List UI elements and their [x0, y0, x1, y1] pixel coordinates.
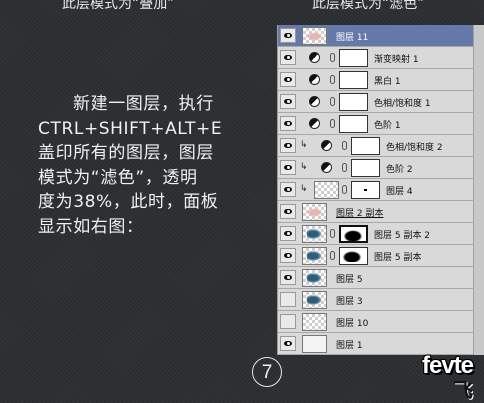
layer-thumbnail	[302, 335, 327, 353]
layer-thumbnail	[302, 269, 327, 287]
description-line: 显示如右图：	[38, 216, 144, 237]
visibility-eye-icon[interactable]	[280, 138, 296, 153]
layer-name: 渐变映射 1	[374, 55, 419, 65]
layer-thumbnail	[302, 225, 327, 243]
link-chain-icon	[330, 229, 335, 238]
visibility-eye-icon[interactable]	[280, 50, 296, 65]
layer-row[interactable]: 图层 3	[278, 289, 474, 311]
layer-name: 图层 11	[336, 33, 369, 43]
layer-name: 图层 5 副本	[374, 253, 422, 263]
link-chain-icon	[330, 97, 335, 106]
visibility-eye-icon[interactable]	[280, 72, 296, 87]
layer-name: 色阶 1	[374, 121, 401, 131]
clipping-arrow-icon: ↳	[300, 140, 308, 150]
link-chain-icon	[342, 163, 347, 172]
visibility-eye-icon[interactable]	[280, 160, 296, 175]
description-line: 度为38%，此时，面板	[38, 192, 219, 212]
clipping-arrow-icon: ↳	[300, 184, 308, 194]
layer-row[interactable]: 图层 5	[278, 267, 474, 289]
adjustment-layer-icon	[309, 118, 320, 129]
layer-name: 图层 5	[336, 275, 363, 285]
site-logo-sub: 飞	[453, 378, 473, 402]
layer-row[interactable]: 色相/饱和度 1	[278, 91, 474, 113]
visibility-eye-icon[interactable]	[280, 204, 296, 219]
layer-thumbnail	[314, 181, 339, 199]
layer-row[interactable]: 图层 11	[278, 25, 474, 47]
description-line: 模式为“滤色”，透明	[38, 167, 198, 188]
visibility-eye-icon[interactable]	[280, 314, 296, 329]
visibility-eye-icon[interactable]	[280, 336, 296, 351]
layer-mask-thumbnail	[351, 137, 380, 155]
link-chain-icon	[342, 185, 347, 194]
layer-mask-thumbnail	[339, 225, 368, 243]
layer-mask-thumbnail	[351, 159, 380, 177]
layer-row[interactable]: 图层 5 副本	[278, 245, 474, 267]
layer-name: 色相/饱和度 2	[386, 143, 443, 153]
layer-row[interactable]: ↳ 色阶 2	[278, 157, 474, 179]
description-text: 新建一图层，执行 CTRL+SHIFT+ALT+E 盖印所有的图层，图层 模式为…	[38, 92, 274, 239]
layer-row[interactable]: ↳ 色相/饱和度 2	[278, 135, 474, 157]
layer-row[interactable]: 图层 5 副本 2	[278, 223, 474, 245]
layer-mask-thumbnail	[339, 115, 368, 133]
adjustment-layer-icon	[309, 96, 320, 107]
layer-thumbnail	[302, 27, 327, 45]
layer-row[interactable]: 黑白 1	[278, 69, 474, 91]
link-chain-icon	[330, 251, 335, 260]
layer-row[interactable]: 渐变映射 1	[278, 47, 474, 69]
layer-row[interactable]: 图层 10	[278, 311, 474, 333]
layer-row[interactable]: 图层 2 副本	[278, 201, 474, 223]
visibility-eye-icon[interactable]	[280, 270, 296, 285]
layer-name: 图层 3	[336, 297, 363, 307]
link-chain-icon	[330, 53, 335, 62]
adjustment-layer-icon	[309, 52, 320, 63]
page-number-badge: 7	[252, 357, 282, 387]
visibility-eye-icon[interactable]	[280, 94, 296, 109]
layer-name: 色阶 2	[386, 165, 413, 175]
layer-thumbnail	[302, 291, 327, 309]
layer-mask-thumbnail	[339, 93, 368, 111]
layer-mask-thumbnail	[339, 71, 368, 89]
layer-name: 色相/饱和度 1	[374, 99, 431, 109]
description-line: 新建一图层，执行	[73, 94, 214, 114]
layers-panel: 图层 11 渐变映射 1 黑白 1 色相/饱和度 1 色阶 1 ↳ 色相/饱和度…	[277, 25, 474, 355]
layer-mask-thumbnail	[339, 247, 368, 265]
top-caption-left: 此层模式为“叠加”	[62, 0, 175, 12]
layer-name: 图层 2 副本	[336, 209, 384, 219]
layer-thumbnail	[302, 247, 327, 265]
panel-scrollbar[interactable]	[473, 25, 484, 355]
layer-mask-thumbnail	[339, 49, 368, 67]
visibility-eye-icon[interactable]	[280, 28, 296, 43]
layer-name: 图层 4	[386, 187, 413, 197]
adjustment-layer-icon	[321, 162, 332, 173]
adjustment-layer-icon	[321, 140, 332, 151]
visibility-eye-icon[interactable]	[280, 116, 296, 131]
visibility-eye-icon[interactable]	[280, 292, 296, 307]
visibility-eye-icon[interactable]	[280, 182, 296, 197]
adjustment-layer-icon	[309, 74, 320, 85]
layer-thumbnail	[302, 313, 327, 331]
layer-row[interactable]: ↳ 图层 4	[278, 179, 474, 201]
visibility-eye-icon[interactable]	[280, 248, 296, 263]
visibility-eye-icon[interactable]	[280, 226, 296, 241]
top-caption-right: 此层模式为“滤色”	[312, 0, 425, 12]
description-line: 盖印所有的图层，图层	[38, 143, 214, 163]
layer-name: 图层 1	[336, 341, 363, 351]
layer-thumbnail	[302, 203, 327, 221]
description-line: CTRL+SHIFT+ALT+E	[38, 118, 223, 139]
link-chain-icon	[342, 141, 347, 150]
link-chain-icon	[330, 75, 335, 84]
layer-name: 图层 10	[336, 319, 369, 329]
layer-name: 黑白 1	[374, 77, 401, 87]
layer-mask-thumbnail	[351, 181, 380, 199]
link-chain-icon	[330, 119, 335, 128]
layer-name: 图层 5 副本 2	[374, 231, 431, 241]
layer-row[interactable]: 色阶 1	[278, 113, 474, 135]
clipping-arrow-icon: ↳	[300, 162, 308, 172]
